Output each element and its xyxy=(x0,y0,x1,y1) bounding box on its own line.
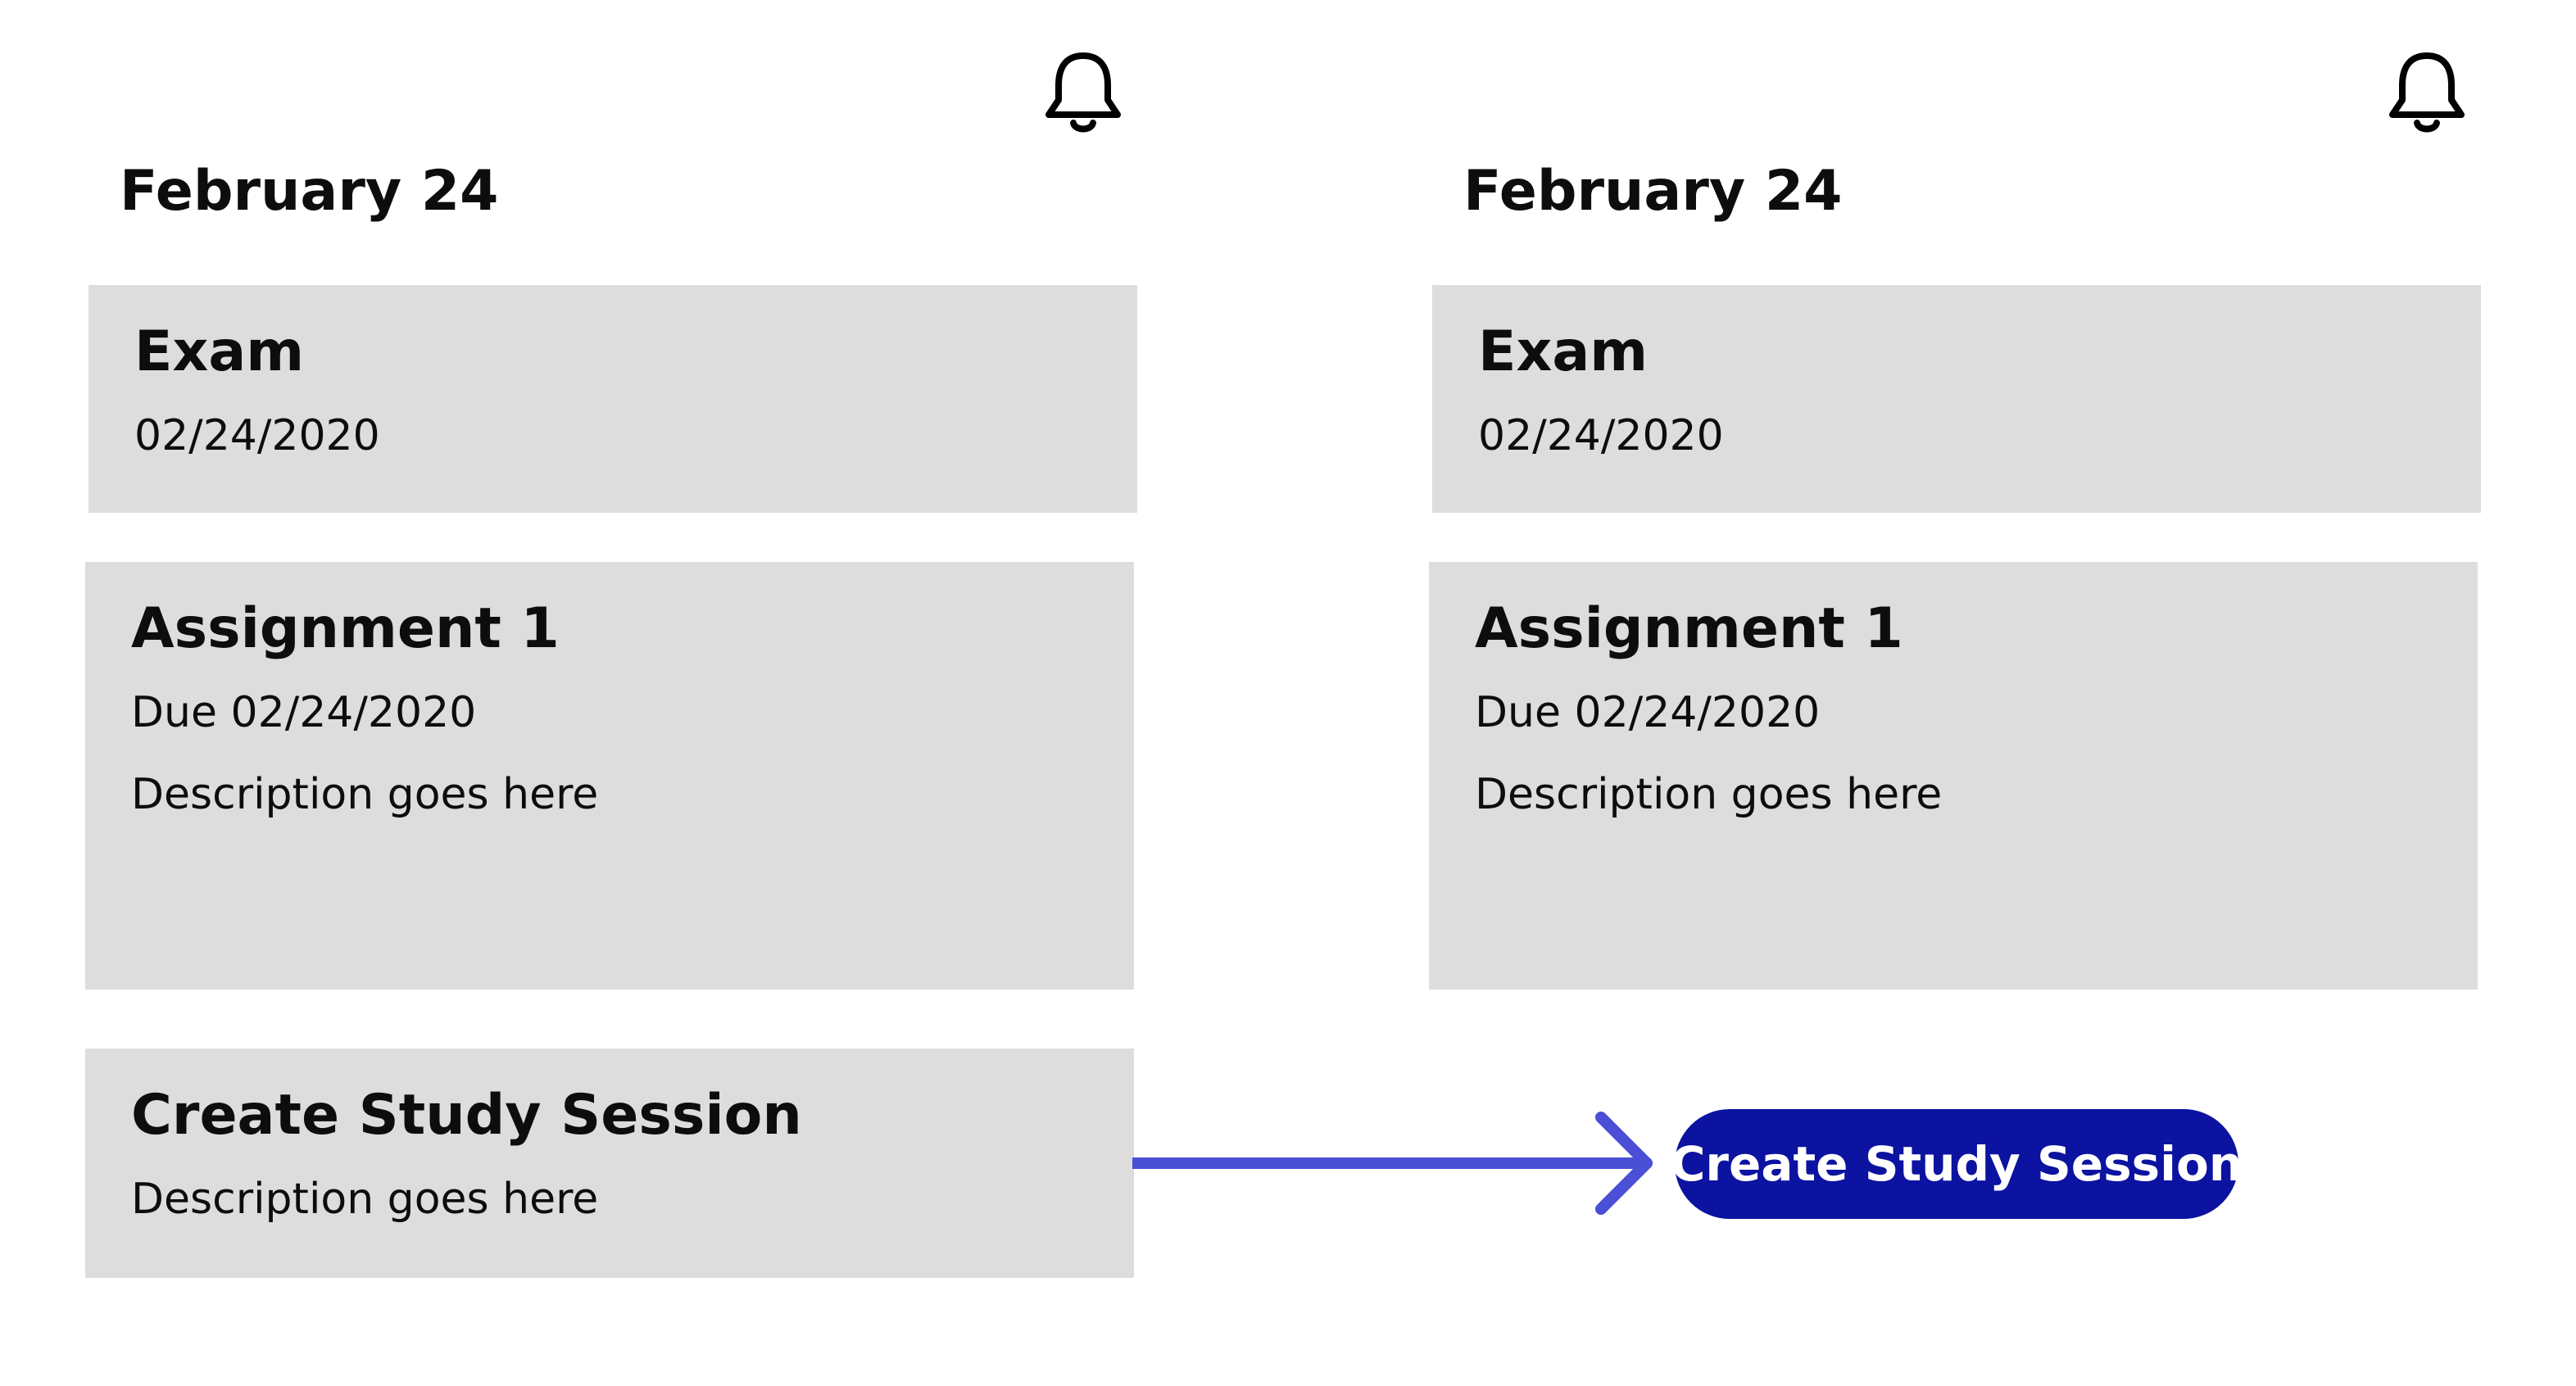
bell-icon[interactable] xyxy=(2384,46,2469,138)
study-session-description: Description goes here xyxy=(131,1175,599,1224)
assignment-title: Assignment 1 xyxy=(131,596,560,661)
assignment-due: Due 02/24/2020 xyxy=(131,688,477,737)
exam-title: Exam xyxy=(134,319,305,384)
assignment-title: Assignment 1 xyxy=(1475,596,1903,661)
create-study-session-card[interactable]: Create Study Session Description goes he… xyxy=(85,1049,1134,1278)
left-panel: February 24 Exam 02/24/2020 Assignment 1… xyxy=(0,0,1147,1386)
study-session-title: Create Study Session xyxy=(131,1083,802,1148)
assignment-description: Description goes here xyxy=(131,770,599,819)
exam-card[interactable]: Exam 02/24/2020 xyxy=(1432,285,2481,513)
date-heading: February 24 xyxy=(1463,159,1843,224)
date-heading: February 24 xyxy=(120,159,499,224)
bell-icon[interactable] xyxy=(1041,46,1126,138)
exam-date: 02/24/2020 xyxy=(1478,411,1724,460)
assignment-description: Description goes here xyxy=(1475,770,1943,819)
exam-card[interactable]: Exam 02/24/2020 xyxy=(88,285,1137,513)
assignment-card[interactable]: Assignment 1 Due 02/24/2020 Description … xyxy=(85,562,1134,990)
assignment-due: Due 02/24/2020 xyxy=(1475,688,1821,737)
create-study-session-button[interactable]: Create Study Session xyxy=(1671,1109,2243,1219)
exam-date: 02/24/2020 xyxy=(134,411,380,460)
exam-title: Exam xyxy=(1478,319,1649,384)
assignment-card[interactable]: Assignment 1 Due 02/24/2020 Description … xyxy=(1429,562,2478,990)
